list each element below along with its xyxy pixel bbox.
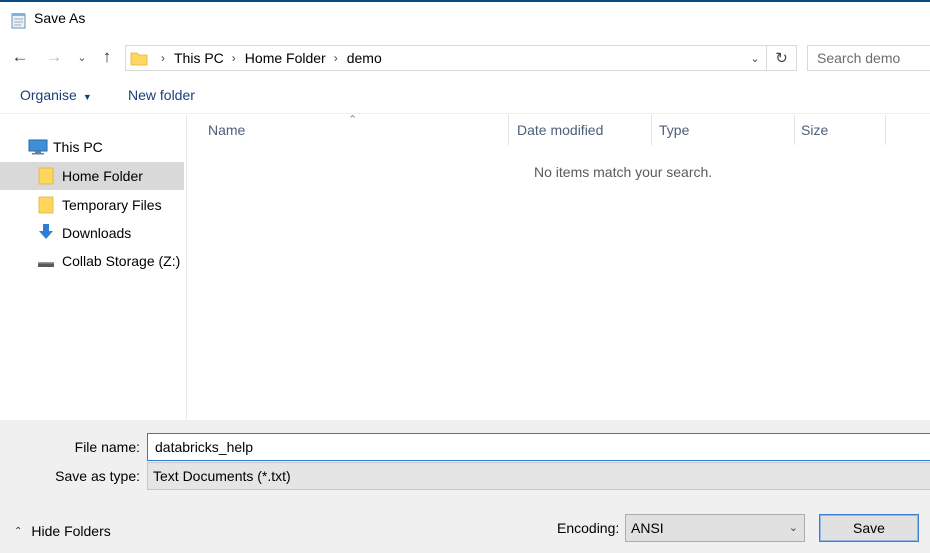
folder-icon (130, 52, 148, 66)
address-row: ← → ⌄ ↑ › This PC › Home Folder › demo ⌄… (0, 36, 930, 80)
save-as-type-select[interactable]: Text Documents (*.txt) (147, 462, 930, 490)
save-as-type-label: Save as type: (55, 468, 140, 484)
window-title: Save As (34, 10, 86, 26)
breadcrumb-demo[interactable]: demo (347, 50, 382, 66)
notepad-icon (11, 13, 26, 29)
save-as-type-value: Text Documents (*.txt) (153, 468, 291, 484)
organise-button[interactable]: Organise ▼ (20, 87, 92, 103)
sidebar-item-label: Temporary Files (62, 197, 162, 213)
breadcrumb-this-pc[interactable]: This PC (174, 50, 224, 66)
column-header-type[interactable]: Type (651, 115, 794, 145)
chevron-down-icon: ⌄ (788, 522, 798, 534)
sidebar-item-collab-storage[interactable]: Collab Storage (Z:) (0, 247, 184, 275)
save-button[interactable]: Save (819, 514, 919, 542)
sidebar-item-home-folder[interactable]: Home Folder (0, 162, 184, 190)
hide-folders-label: Hide Folders (31, 523, 111, 539)
sidebar-item-label: Home Folder (62, 168, 143, 184)
search-box[interactable] (807, 45, 930, 71)
column-header-name[interactable]: ⌃ Name (188, 114, 508, 145)
search-input[interactable] (817, 47, 930, 69)
navigation-pane: This PC Home Folder Temporary Files Down… (0, 115, 187, 420)
empty-state-message: No items match your search. (534, 164, 713, 180)
sidebar-item-temporary-files[interactable]: Temporary Files (0, 191, 184, 219)
address-bar[interactable]: › This PC › Home Folder › demo (125, 45, 797, 71)
column-header-date-modified[interactable]: Date modified (508, 115, 651, 145)
sidebar-item-label: Collab Storage (Z:) (62, 253, 181, 269)
breadcrumb-separator-icon[interactable]: › (232, 51, 236, 65)
breadcrumb: › This PC › Home Folder › demo (153, 50, 382, 66)
column-header-label: Name (208, 122, 246, 138)
monitor-icon (28, 139, 48, 155)
column-header-label: Type (659, 122, 690, 138)
encoding-value: ANSI (631, 520, 664, 536)
title-bar: Save As (0, 2, 930, 36)
sidebar-item-downloads[interactable]: Downloads (0, 219, 184, 247)
hide-folders-button[interactable]: ⌃ Hide Folders (14, 523, 111, 539)
command-bar: Organise ▼ New folder (0, 80, 930, 114)
back-arrow-icon[interactable]: ← (10, 46, 30, 68)
column-header-size[interactable]: Size (794, 115, 886, 145)
folder-icon (38, 196, 54, 214)
folder-icon (38, 167, 54, 185)
new-folder-button[interactable]: New folder (128, 87, 195, 103)
save-form-panel: File name: Save as type: Text Documents … (0, 420, 930, 553)
chevron-up-icon: ⌃ (14, 525, 23, 537)
breadcrumb-separator-icon[interactable]: › (334, 51, 338, 65)
breadcrumb-home-folder[interactable]: Home Folder (245, 50, 326, 66)
forward-arrow-icon[interactable]: → (44, 46, 64, 68)
network-drive-icon (38, 262, 54, 267)
sidebar-item-label: This PC (53, 139, 103, 155)
download-arrow-icon (39, 224, 53, 239)
recent-locations-chevron-icon[interactable]: ⌄ (74, 46, 90, 68)
column-header-label: Size (801, 122, 829, 138)
file-name-label: File name: (74, 439, 140, 455)
address-dropdown-chevron-icon[interactable]: ⌄ (745, 45, 765, 71)
sidebar-item-label: Downloads (62, 225, 132, 241)
encoding-select[interactable]: ANSI ⌄ (625, 514, 805, 542)
sort-ascending-icon: ⌃ (348, 114, 358, 126)
sidebar-item-this-pc[interactable]: This PC (0, 133, 184, 161)
organise-label: Organise (20, 87, 77, 103)
breadcrumb-separator-icon[interactable]: › (161, 51, 165, 65)
column-header-label: Date modified (517, 122, 604, 138)
file-list[interactable]: ⌃ Name Date modified Type Size No items … (188, 114, 930, 420)
file-name-input[interactable] (155, 435, 915, 459)
chevron-down-icon: ▼ (82, 92, 92, 102)
refresh-icon[interactable]: ↻ (766, 45, 796, 71)
up-arrow-icon[interactable]: ↑ (97, 46, 117, 68)
file-name-field[interactable] (147, 433, 930, 461)
encoding-label: Encoding: (557, 520, 620, 536)
